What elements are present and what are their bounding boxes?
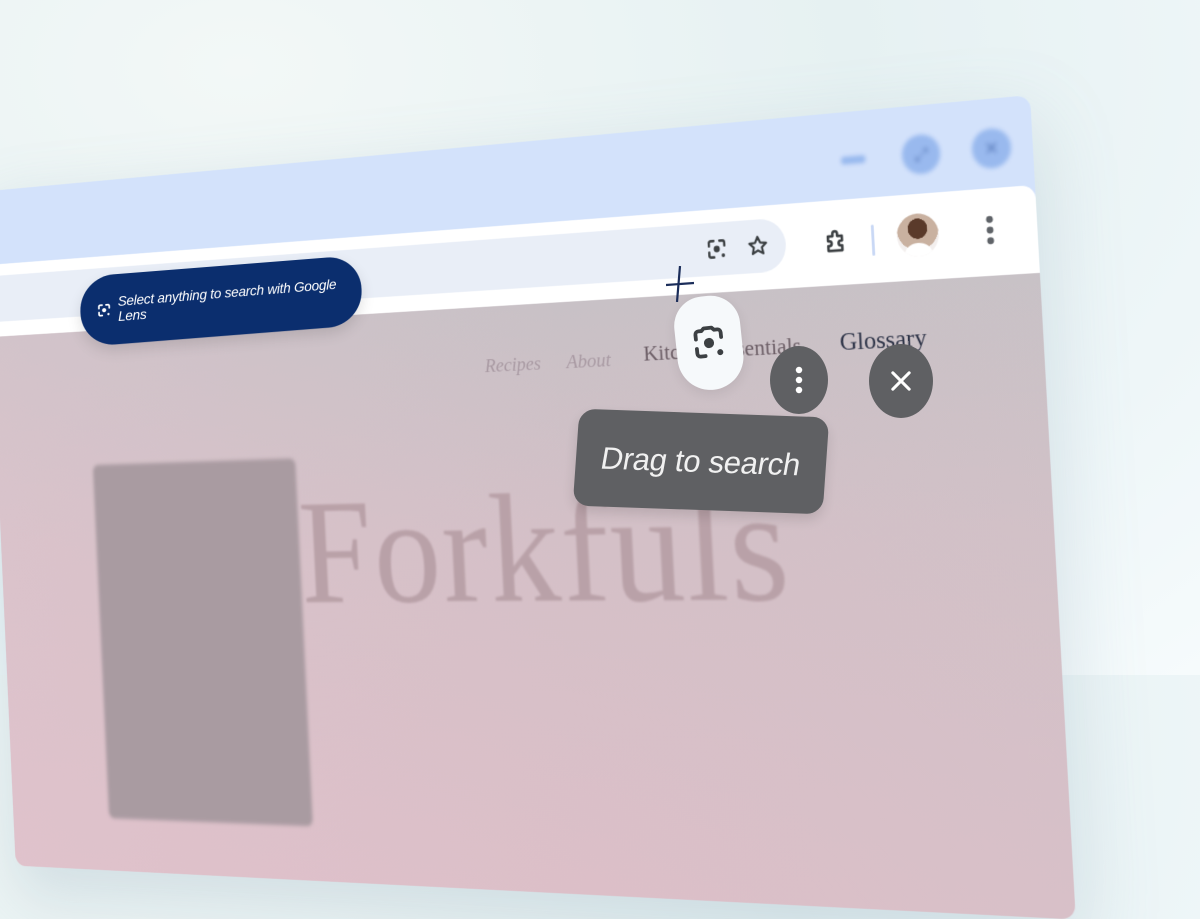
profile-avatar[interactable]	[895, 212, 940, 259]
google-lens-button[interactable]	[700, 231, 734, 267]
lens-more-options-button[interactable]	[770, 346, 828, 414]
google-lens-icon	[705, 236, 729, 262]
restore-icon: ⤢	[913, 143, 929, 165]
google-lens-icon	[98, 303, 111, 317]
more-vert-icon	[985, 215, 995, 245]
close-window-button[interactable]: ✕	[970, 126, 1013, 170]
close-icon: ✕	[983, 137, 1000, 159]
toolbar-divider	[870, 224, 876, 256]
more-menu-button[interactable]	[970, 209, 1011, 251]
lens-banner-text: Select anything to search with Google Le…	[117, 276, 337, 325]
drag-to-search-tooltip: Drag to search	[572, 408, 830, 515]
tooltip-text: Drag to search	[598, 440, 804, 482]
more-vert-icon	[795, 366, 803, 394]
browser-window: ⤢ ✕ s-of-Flavor	[0, 95, 1076, 919]
extensions-button[interactable]	[817, 220, 856, 261]
bookmark-star-icon	[745, 233, 770, 259]
nav-recipes[interactable]: Recipes	[484, 351, 541, 377]
nav-about[interactable]: About	[566, 347, 612, 373]
hero-image	[92, 458, 313, 827]
extensions-icon	[822, 225, 851, 256]
google-lens-icon	[693, 325, 724, 359]
restore-button[interactable]: ⤢	[900, 132, 942, 176]
close-icon	[891, 371, 911, 391]
minimize-button[interactable]	[840, 155, 866, 165]
lens-close-button[interactable]	[869, 344, 933, 418]
crosshair-cursor-icon	[666, 266, 694, 302]
bookmark-button[interactable]	[741, 228, 775, 265]
